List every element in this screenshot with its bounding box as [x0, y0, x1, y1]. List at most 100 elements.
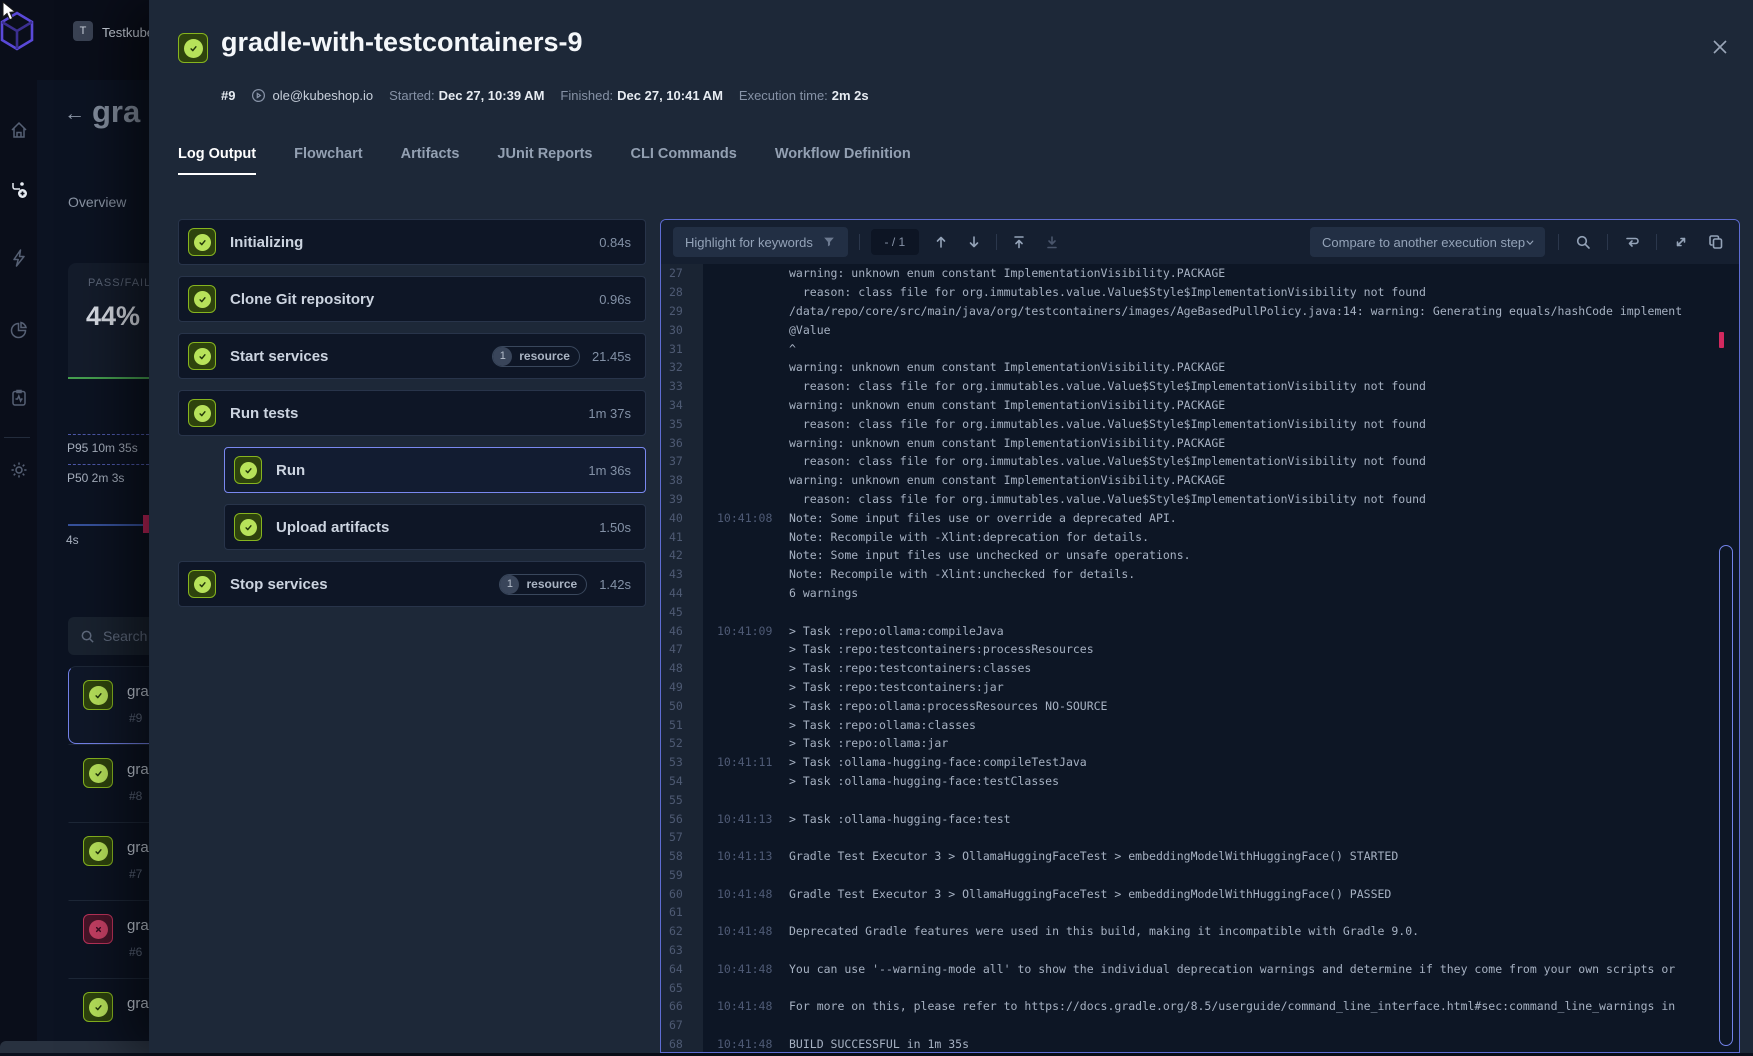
log-line: 43 Note: Recompile with -Xlint:unchecked…: [661, 565, 1739, 584]
detail-tab[interactable]: Flowchart: [294, 146, 362, 175]
step-card[interactable]: Initializing 0.84s: [178, 219, 646, 265]
step-card[interactable]: Clone Git repository 0.96s: [178, 276, 646, 322]
line-number: 38: [661, 471, 703, 490]
step-passed-icon: [188, 285, 216, 313]
log-toolbar: Highlight for keywords - / 1 Compare to …: [661, 220, 1739, 264]
step-name: Upload artifacts: [276, 519, 389, 536]
line-text: > Task :repo:ollama:classes: [789, 718, 976, 732]
execution-name: gra: [127, 683, 149, 700]
detail-tabs: Log Output Flowchart Artifacts JUnit Rep…: [178, 146, 911, 175]
workflow-add-icon[interactable]: [9, 180, 29, 200]
close-icon[interactable]: [1709, 36, 1733, 60]
log-line: 56 10:41:13 > Task :ollama-hugging-face:…: [661, 809, 1739, 828]
resource-badge: 1 resource: [499, 574, 587, 595]
line-text: warning: unknown enum constant Implement…: [789, 360, 1225, 374]
step-duration: 1m 36s: [588, 463, 631, 478]
log-line: 37 reason: class file for org.immutables…: [661, 452, 1739, 471]
detail-tab[interactable]: CLI Commands: [631, 146, 737, 175]
steps-list: Initializing 0.84s Clone Git repository: [178, 219, 646, 618]
line-text: reason: class file for org.immutables.va…: [789, 379, 1426, 393]
lightning-icon[interactable]: [9, 248, 29, 268]
resource-label: resource: [519, 349, 570, 363]
back-button[interactable]: ←: [64, 102, 85, 126]
line-timestamp: 10:41:08: [703, 511, 789, 525]
log-line: 51 > Task :repo:ollama:classes: [661, 715, 1739, 734]
step-card[interactable]: Upload artifacts 1.50s: [224, 504, 646, 550]
line-text: ^: [789, 342, 796, 356]
log-line: 39 reason: class file for org.immutables…: [661, 490, 1739, 509]
line-number: 33: [661, 377, 703, 396]
log-output-panel: Highlight for keywords - / 1 Compare to …: [660, 219, 1740, 1053]
line-text: /data/repo/core/src/main/java/org/testco…: [789, 304, 1682, 318]
log-line: 57: [661, 828, 1739, 847]
line-timestamp: 10:41:13: [703, 812, 789, 826]
line-text: warning: unknown enum constant Implement…: [789, 398, 1225, 412]
tab-overview[interactable]: Overview: [68, 194, 126, 210]
compare-step-select[interactable]: Compare to another execution step: [1310, 227, 1545, 257]
log-line: 47 > Task :repo:testcontainers:processRe…: [661, 640, 1739, 659]
copy-icon[interactable]: [1705, 231, 1727, 253]
line-number: 53: [661, 753, 703, 772]
detail-tab[interactable]: Workflow Definition: [775, 146, 911, 175]
gear-icon[interactable]: [9, 460, 29, 480]
line-number: 42: [661, 546, 703, 565]
line-number: 51: [661, 715, 703, 734]
pie-chart-icon[interactable]: [9, 320, 29, 340]
log-line: 62 10:41:48 Deprecated Gradle features w…: [661, 922, 1739, 941]
detail-tab[interactable]: Artifacts: [401, 146, 460, 175]
line-number: 68: [661, 1035, 703, 1052]
prev-match-icon[interactable]: [930, 231, 952, 253]
line-number: 40: [661, 508, 703, 527]
execution-number: #6: [129, 945, 142, 959]
log-line: 30 @Value: [661, 320, 1739, 339]
execution-number: #9: [129, 711, 142, 725]
wrap-text-icon[interactable]: [1621, 231, 1643, 253]
execution-number: #7: [129, 867, 142, 881]
step-card[interactable]: Stop services 1 resource 1.42s: [178, 561, 646, 607]
line-text: > Task :ollama-hugging-face:test: [789, 812, 1011, 826]
jump-to-bottom-icon[interactable]: [1041, 231, 1063, 253]
nav-rail: [0, 80, 37, 1053]
line-number: 65: [661, 978, 703, 997]
highlight-keywords-button[interactable]: Highlight for keywords: [673, 227, 848, 257]
home-icon[interactable]: [9, 120, 29, 140]
line-text: reason: class file for org.immutables.va…: [789, 417, 1426, 431]
log-line: 27 warning: unknown enum constant Implem…: [661, 264, 1739, 283]
log-line: 40 10:41:08 Note: Some input files use o…: [661, 508, 1739, 527]
line-number: 34: [661, 396, 703, 415]
search-icon[interactable]: [1572, 231, 1594, 253]
execution-status-icon: [83, 680, 113, 710]
step-passed-icon: [188, 399, 216, 427]
expand-icon[interactable]: [1670, 231, 1692, 253]
toolbar-divider: [1656, 234, 1657, 250]
line-number: 59: [661, 866, 703, 885]
step-card[interactable]: Run tests 1m 37s: [178, 390, 646, 436]
detail-tab[interactable]: Log Output: [178, 146, 256, 175]
step-card[interactable]: Start services 1 resource 21.45s: [178, 333, 646, 379]
environment-avatar[interactable]: T: [73, 21, 93, 41]
line-number: 64: [661, 959, 703, 978]
execution-number: #9: [221, 88, 235, 103]
line-text: > Task :repo:testcontainers:processResou…: [789, 642, 1094, 656]
filter-funnel-icon: [822, 235, 836, 249]
detail-tab[interactable]: JUnit Reports: [497, 146, 592, 175]
line-text: > Task :ollama-hugging-face:compileTestJ…: [789, 755, 1087, 769]
line-text: Gradle Test Executor 3 > OllamaHuggingFa…: [789, 887, 1391, 901]
line-timestamp: 10:41:48: [703, 887, 789, 901]
execution-time: Execution time:2m 2s: [739, 88, 869, 103]
step-name: Run: [276, 462, 305, 479]
line-text: Note: Some input files use or override a…: [789, 511, 1177, 525]
mouse-cursor: [1, 1, 21, 23]
step-passed-icon: [188, 228, 216, 256]
monitor-report-icon[interactable]: [9, 388, 29, 408]
jump-to-top-icon[interactable]: [1008, 231, 1030, 253]
line-number: 52: [661, 734, 703, 753]
resource-count: 1: [500, 575, 519, 594]
step-card[interactable]: Run 1m 36s: [224, 447, 646, 493]
log-line: 28 reason: class file for org.immutables…: [661, 283, 1739, 302]
environment-name[interactable]: Testkube: [102, 25, 154, 40]
log-line: 67: [661, 1016, 1739, 1035]
scrollbar-thumb[interactable]: [1719, 545, 1733, 1046]
log-line: 59: [661, 866, 1739, 885]
next-match-icon[interactable]: [963, 231, 985, 253]
